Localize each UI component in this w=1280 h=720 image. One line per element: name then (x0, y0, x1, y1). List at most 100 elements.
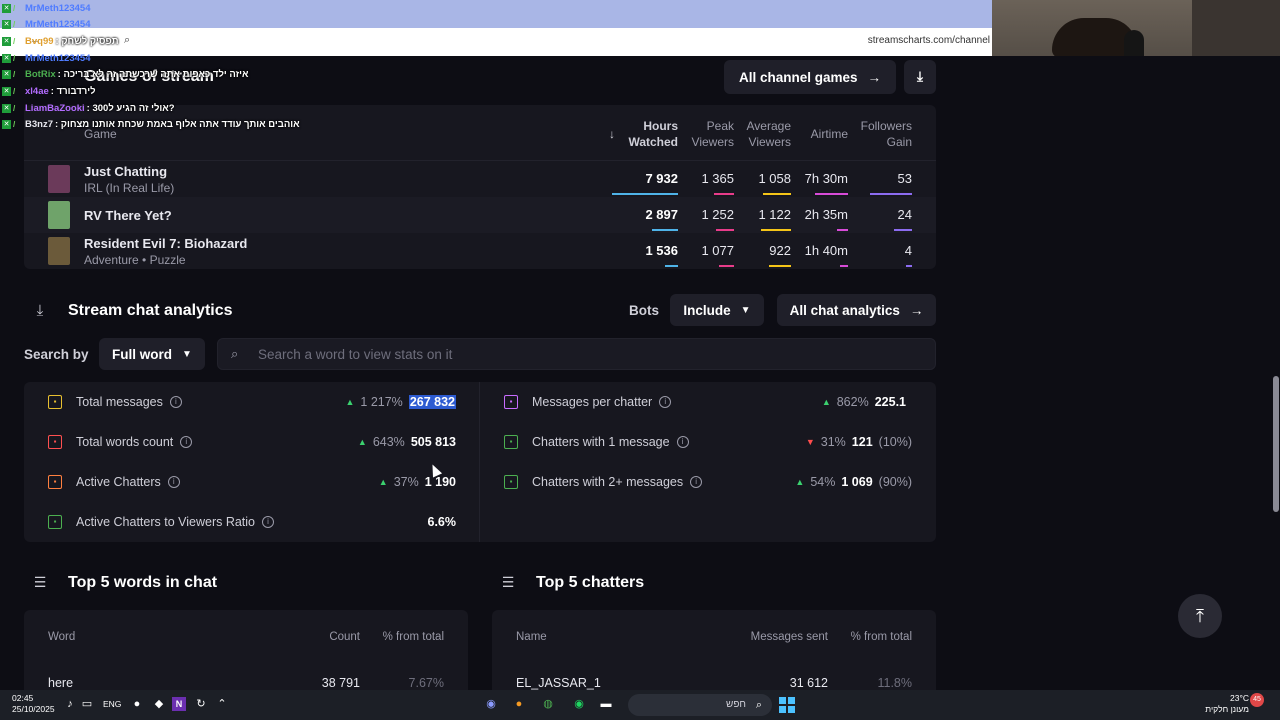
chevron-up-icon[interactable]: ⌃ (215, 697, 229, 711)
game-hours-watched: 2 897 (645, 207, 678, 222)
chat-message: ✕ / B3nz7: אוהבים אותך עודד אתה אלוף באמת … (2, 116, 300, 132)
stat-values: ▲ 1 217% 267 832 (345, 395, 456, 409)
stat-change: 1 217% (360, 395, 403, 409)
discord-icon[interactable]: ◉ (484, 697, 498, 711)
game-followers-gain: 53 (897, 171, 912, 186)
top-chatters-title: Top 5 chatters (536, 574, 645, 591)
spotify-icon[interactable]: ◉ (572, 697, 586, 711)
col-percent: % from total (382, 631, 444, 643)
badge-icon: ✕ (2, 119, 11, 129)
stat-percent: (90%) (878, 475, 912, 489)
download-games-button[interactable]: ⤓ (904, 60, 936, 94)
info-icon[interactable]: i (676, 436, 689, 448)
download-icon: ⤓ (917, 69, 923, 84)
col-airtime[interactable]: Airtime (793, 126, 848, 142)
all-channel-games-button[interactable]: All channel games → (724, 60, 896, 94)
game-peak-viewers: 1 252 (701, 207, 734, 222)
word-search-box[interactable]: ⌕ (217, 338, 936, 370)
top-word-name[interactable]: here (48, 676, 73, 690)
stat-label: Total messages (76, 395, 163, 409)
list-icon: ☰ (33, 573, 47, 590)
tray-n-app-icon[interactable]: N (172, 697, 186, 711)
microphone-icon[interactable]: ● (130, 697, 144, 711)
stat-value: 6.6% (427, 515, 457, 529)
top-chatter-percent: 11.8% (877, 676, 912, 690)
stat-value: 1 069 (841, 475, 873, 489)
col-hours-watched[interactable]: Hours Watched (618, 118, 678, 150)
bots-include-dropdown[interactable]: Include ▼ (670, 294, 764, 326)
game-thumbnail[interactable] (48, 237, 70, 265)
stat-row: ▪ Total words count i ▲ 643% 505 813 (48, 422, 456, 462)
stat-row: ▪ Messages per chatter i ▲ 862% 225.1 (504, 382, 912, 422)
chrome-icon[interactable]: ◍ (541, 697, 555, 711)
game-row[interactable]: Resident Evil 7: Biohazard Adventure • Pu… (24, 233, 936, 269)
browser-address-bar[interactable]: ← ⌕ streamscharts.com/channel (0, 28, 992, 56)
notification-badge[interactable]: 45 (1250, 693, 1264, 707)
tray-app-icon[interactable]: ◆ (152, 697, 166, 711)
stat-label: Active Chatters to Viewers Ratio (76, 515, 256, 529)
stat-label: Chatters with 1 message (532, 435, 670, 449)
url-text[interactable]: streamscharts.com/channel (868, 35, 990, 46)
chat-message: ✕ / BotRix: איזה ילד כאפות אתה שרכשתה זה ל… (2, 66, 248, 82)
network-icon[interactable]: ▭ (80, 697, 94, 711)
stat-row: ▪ Chatters with 2+ messages i ▲ 54% 1 069 (90%… (504, 462, 912, 502)
game-name[interactable]: RV There Yet? (84, 208, 172, 223)
sword-icon: / (13, 119, 16, 129)
page-scrollbar[interactable] (1272, 56, 1280, 690)
magnifier-icon[interactable]: ⌕ (124, 34, 130, 47)
chat-username: Bvq99 (25, 35, 54, 47)
info-icon[interactable]: i (659, 396, 672, 408)
game-peak-viewers: 1 077 (701, 243, 734, 258)
game-followers-gain: 4 (904, 243, 912, 258)
info-icon[interactable]: i (169, 396, 182, 408)
game-hours-watched-bar (665, 265, 678, 267)
sword-icon: / (13, 86, 16, 96)
chevron-down-icon: ▼ (182, 348, 192, 360)
col-name: Name (516, 631, 547, 643)
game-thumbnail[interactable] (48, 201, 70, 229)
obs-icon[interactable]: ● (512, 697, 526, 711)
stat-values: ▼ 31% 121 (10%) (806, 435, 912, 449)
top-word-count: 38 791 (321, 676, 360, 690)
chat-stat-icon: ▪ (48, 395, 62, 409)
badge-icon: ✕ (2, 103, 11, 113)
game-thumbnail[interactable] (48, 165, 70, 193)
stat-values: ▲ 54% 1 069 (90%) (795, 475, 912, 489)
game-peak-viewers-bar (719, 265, 734, 267)
file-explorer-icon[interactable]: ▬ (599, 697, 613, 711)
taskbar-clock[interactable]: 02:45 25/10/2025 (12, 693, 55, 715)
top-chatter-name[interactable]: EL_JASSAR_1 (516, 676, 601, 690)
scrollbar-thumb[interactable] (1273, 376, 1279, 512)
info-icon[interactable]: i (167, 476, 180, 488)
col-followers-gain[interactable]: Followers Gain (852, 118, 912, 150)
speaker-icon[interactable]: ♪ (63, 697, 77, 711)
info-icon[interactable]: i (262, 516, 275, 528)
chat-stat-icon: ▪ (504, 395, 518, 409)
windows-start-icon[interactable] (779, 697, 795, 713)
game-row[interactable]: Just Chatting IRL (In Real Life) 7 932 1 36… (24, 161, 936, 197)
badge-icon: ✕ (2, 36, 11, 46)
taskbar-search[interactable]: חפש ⌕ (628, 694, 772, 716)
search-by-dropdown[interactable]: Full word ▼ (99, 338, 205, 370)
taskbar-weather[interactable]: 23°C מעונן חלקית (1205, 693, 1249, 715)
all-chat-analytics-button[interactable]: All chat analytics → (777, 294, 936, 326)
sword-icon: / (13, 3, 16, 13)
chat-username: BotRix (25, 68, 56, 80)
sort-arrow-down-icon[interactable]: ↓ (609, 126, 615, 142)
language-indicator[interactable]: ENG (103, 699, 121, 709)
download-chat-button[interactable]: ⤓ (24, 294, 56, 326)
chat-text: : אולי זה הגיע ל300? (86, 102, 175, 114)
top-chatters-table: Name Messages sent % from total EL_JASSA… (492, 610, 936, 690)
stat-label: Chatters with 2+ messages (532, 475, 684, 489)
col-average-viewers[interactable]: Average Viewers (736, 118, 791, 150)
game-airtime-bar (840, 265, 848, 267)
scroll-to-top-button[interactable]: ⤒ (1178, 594, 1222, 638)
col-peak-viewers[interactable]: Peak Viewers (684, 118, 734, 150)
info-icon[interactable]: i (180, 436, 193, 448)
game-name[interactable]: Just Chatting (84, 164, 167, 179)
tray-sync-icon[interactable]: ↻ (194, 697, 208, 711)
info-icon[interactable]: i (690, 476, 703, 488)
game-name[interactable]: Resident Evil 7: Biohazard (84, 236, 247, 251)
word-search-input[interactable] (258, 339, 918, 369)
game-row[interactable]: RV There Yet? 2 897 1 252 1 122 2h 35m 24 (24, 197, 936, 233)
